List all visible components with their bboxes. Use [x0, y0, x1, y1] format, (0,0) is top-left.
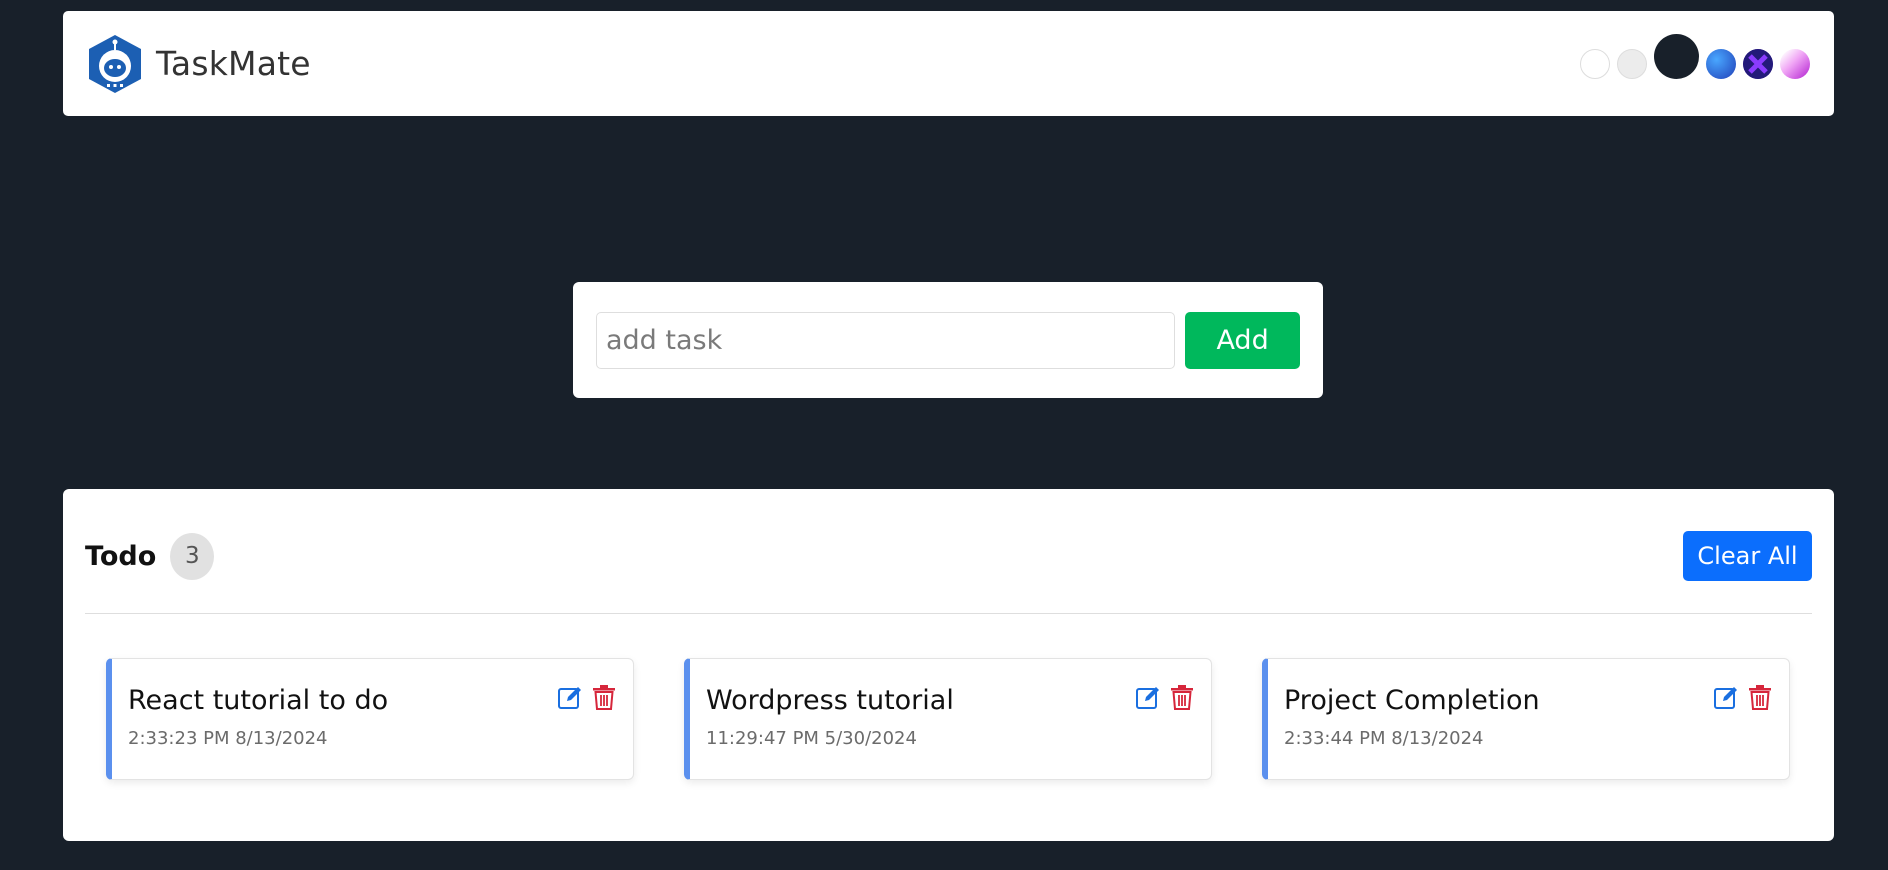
- task-timestamp: 2:33:23 PM 8/13/2024: [128, 728, 328, 749]
- clear-all-button[interactable]: Clear All: [1683, 531, 1812, 581]
- task-input[interactable]: [596, 311, 1176, 369]
- task-timestamp: 2:33:44 PM 8/13/2024: [1284, 728, 1484, 749]
- add-task-form: Add: [573, 282, 1323, 398]
- task-card: Wordpress tutorial 11:29:47 PM 5/30/2024: [684, 658, 1212, 780]
- trash-icon[interactable]: [591, 684, 617, 711]
- brand-name: TaskMate: [156, 44, 311, 83]
- todo-list: Todo 3 Clear All React tutorial to do 2:…: [63, 489, 1834, 841]
- cross-pattern-icon: [1743, 48, 1773, 79]
- trash-icon[interactable]: [1169, 684, 1195, 711]
- edit-icon[interactable]: [1135, 684, 1161, 711]
- task-name: React tutorial to do: [128, 685, 389, 716]
- theme-gradient-one-button[interactable]: [1706, 48, 1736, 79]
- task-name: Project Completion: [1284, 685, 1540, 716]
- task-actions: [557, 684, 617, 711]
- theme-light-button[interactable]: [1580, 48, 1610, 79]
- app-header: TaskMate: [63, 11, 1834, 116]
- task-actions: [1135, 684, 1195, 711]
- edit-icon[interactable]: [1713, 684, 1739, 711]
- theme-switcher: [1580, 34, 1810, 79]
- add-button[interactable]: Add: [1185, 311, 1300, 369]
- todo-title-group: Todo 3: [85, 532, 215, 580]
- theme-medium-button[interactable]: [1617, 48, 1647, 79]
- task-cards: React tutorial to do 2:33:23 PM 8/13/202…: [85, 614, 1812, 780]
- todo-count-badge: 3: [170, 532, 215, 580]
- edit-icon[interactable]: [557, 684, 583, 711]
- brand[interactable]: TaskMate: [84, 33, 311, 95]
- task-name: Wordpress tutorial: [706, 685, 954, 716]
- task-actions: [1713, 684, 1773, 711]
- astronaut-icon: [89, 34, 141, 93]
- task-timestamp: 11:29:47 PM 5/30/2024: [706, 728, 917, 749]
- todo-header: Todo 3 Clear All: [85, 489, 1812, 614]
- trash-icon[interactable]: [1747, 684, 1773, 711]
- todo-title: Todo: [85, 540, 157, 572]
- theme-dark-button[interactable]: [1654, 34, 1699, 79]
- task-card: Project Completion 2:33:44 PM 8/13/2024: [1262, 658, 1790, 780]
- theme-gradient-three-button[interactable]: [1780, 48, 1810, 79]
- task-card: React tutorial to do 2:33:23 PM 8/13/202…: [106, 658, 634, 780]
- theme-gradient-two-button[interactable]: [1743, 48, 1773, 79]
